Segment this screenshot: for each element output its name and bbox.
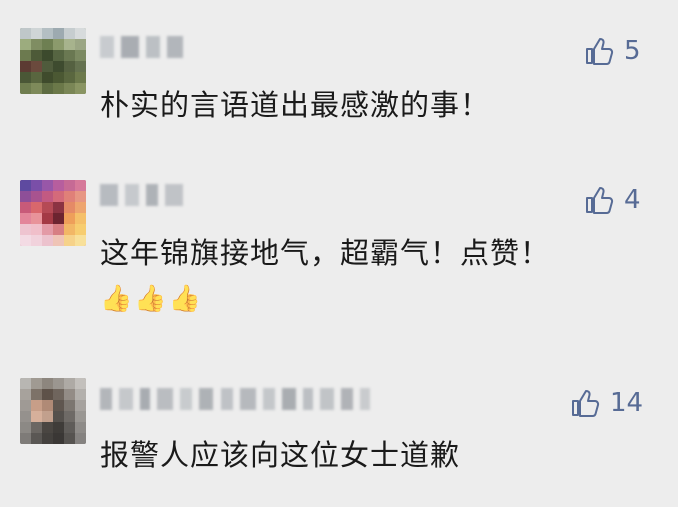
emoji-row: 👍 👍 👍 <box>100 282 201 316</box>
username[interactable] <box>100 184 185 210</box>
comment-item: 5 朴实的言语道出最感激的事！ <box>0 0 678 160</box>
like-count: 14 <box>610 388 644 418</box>
like-button[interactable]: 4 <box>584 183 641 217</box>
username[interactable] <box>100 388 372 414</box>
username[interactable] <box>100 36 185 62</box>
like-count: 5 <box>624 36 641 66</box>
comment-text: 报警人应该向这位女士道歉 <box>100 438 461 472</box>
avatar[interactable] <box>20 180 86 246</box>
comment-item: 4 这年锦旗接地气，超霸气！点赞！ 👍 👍 👍 <box>0 160 678 350</box>
thumbs-up-icon <box>572 390 600 417</box>
thumbs-up-emoji: 👍 <box>134 284 167 314</box>
comment-text: 朴实的言语道出最感激的事！ <box>100 88 491 122</box>
comment-item: 14 报警人应该向这位女士道歉 <box>0 350 678 507</box>
avatar[interactable] <box>20 28 86 94</box>
thumbs-up-icon <box>586 38 614 65</box>
like-button[interactable]: 5 <box>584 34 641 68</box>
comment-text: 这年锦旗接地气，超霸气！点赞！ <box>100 236 551 270</box>
thumbs-up-icon <box>586 187 614 214</box>
avatar[interactable] <box>20 378 86 444</box>
like-button[interactable]: 14 <box>570 386 643 420</box>
thumbs-up-emoji: 👍 <box>168 284 202 314</box>
thumbs-up-emoji: 👍 <box>100 284 133 314</box>
like-count: 4 <box>624 185 641 215</box>
